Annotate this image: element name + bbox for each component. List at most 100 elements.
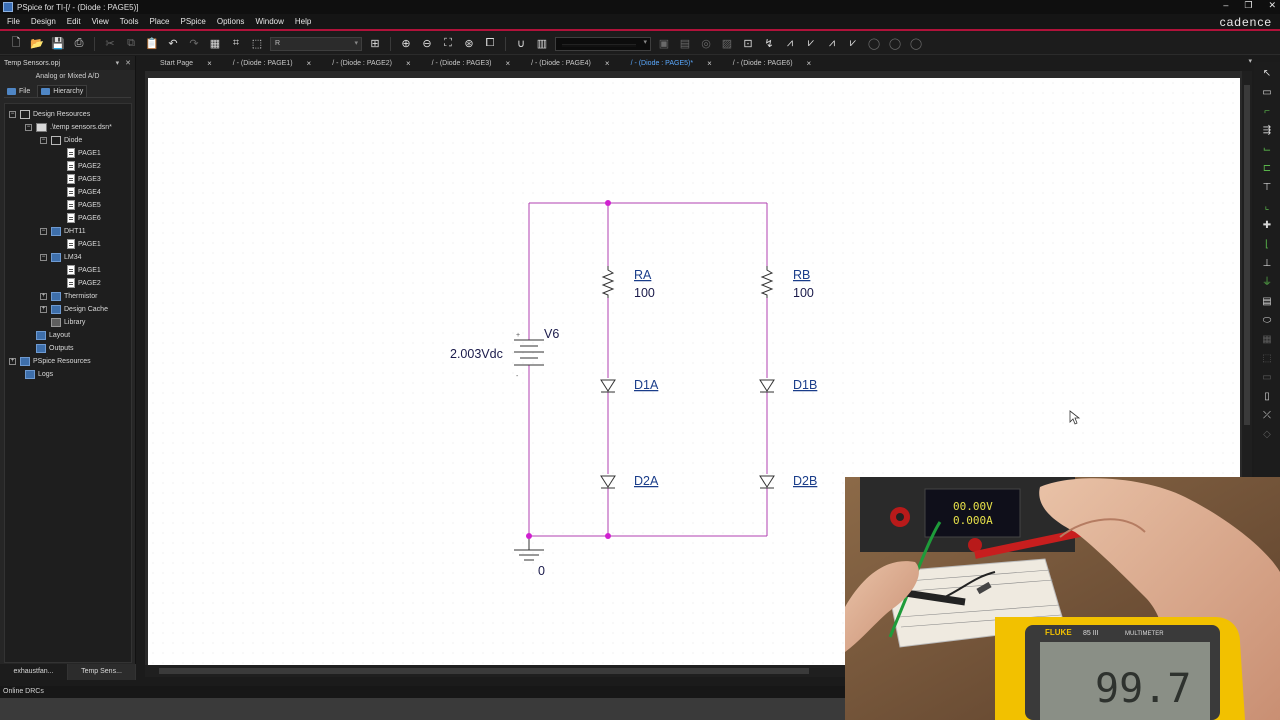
tree-node[interactable]: Layout [36, 329, 70, 341]
tab-close-icon[interactable]: × [505, 59, 510, 68]
junction-icon[interactable]: ✚ [1260, 218, 1274, 233]
menu-pspice[interactable]: PSpice [181, 17, 206, 26]
vertical-scroll-thumb[interactable] [1244, 85, 1250, 425]
netlist-icon[interactable]: ▣ [656, 36, 672, 52]
auto-wire-icon[interactable]: ⌙ [1260, 142, 1274, 157]
no-connect-icon[interactable]: ▭ [1260, 370, 1274, 385]
redo-icon[interactable]: ↷ [186, 36, 202, 52]
place-net-group-icon[interactable]: ⇶ [1260, 123, 1274, 138]
expand-icon[interactable]: + [40, 292, 47, 300]
diode-d2b-label[interactable]: D2B [793, 474, 817, 488]
hierarchical-block-icon[interactable]: ⬭ [1260, 313, 1274, 328]
tab-close-icon[interactable]: × [307, 59, 312, 68]
auto-connect-icon[interactable]: ⊏ [1260, 161, 1274, 176]
differential-marker-icon[interactable]: ⩗ [845, 36, 861, 52]
tree-node[interactable]: + PSpice Resources [9, 355, 91, 367]
copy-icon[interactable]: ⧉ [123, 36, 139, 52]
open-folder-icon[interactable]: 📂 [29, 36, 45, 52]
polygon-icon[interactable]: ◇ [1260, 427, 1274, 442]
tab-close-icon[interactable]: × [207, 59, 212, 68]
collapse-icon[interactable]: − [25, 123, 32, 131]
tab-hierarchy[interactable]: Hierarchy [37, 85, 88, 97]
document-tab[interactable]: / - (Diode : PAGE5)* × [616, 56, 718, 70]
panel-dropdown-icon[interactable]: ▾ [116, 59, 120, 67]
menu-edit[interactable]: Edit [67, 17, 81, 26]
tree-node[interactable]: − DHT11 [40, 225, 86, 237]
clipboard-icon[interactable]: ▥ [534, 36, 550, 52]
tree-node[interactable]: + Thermistor [40, 290, 97, 302]
magnet-icon[interactable]: ∪ [513, 36, 529, 52]
run-simulation-icon[interactable]: ↯ [761, 36, 777, 52]
text-icon[interactable]: ▯ [1260, 389, 1274, 404]
tree-node[interactable]: − Diode [40, 134, 82, 146]
drc-icon[interactable]: ◎ [698, 36, 714, 52]
collapse-icon[interactable]: − [9, 110, 16, 118]
expand-icon[interactable]: + [40, 305, 47, 313]
document-tab[interactable]: / - (Diode : PAGE3) × [417, 56, 516, 70]
tree-node[interactable]: PAGE4 [67, 186, 101, 198]
tree-node[interactable]: − .\temp sensors.dsn* [25, 121, 112, 133]
document-tab[interactable]: / - (Diode : PAGE1) × [218, 56, 317, 70]
place-bus-icon[interactable]: ⊤ [1260, 180, 1274, 195]
tree-node[interactable]: − LM34 [40, 251, 82, 263]
grid-icon[interactable]: ▦ [207, 36, 223, 52]
document-tab[interactable]: Start Page × [145, 56, 218, 70]
undo-icon[interactable]: ↶ [165, 36, 181, 52]
collapse-icon[interactable]: − [40, 136, 47, 144]
cut-icon[interactable]: ✂ [102, 36, 118, 52]
tab-exhaustfan-project[interactable]: exhaustfan... [0, 664, 68, 680]
save-icon[interactable]: 💾 [50, 36, 66, 52]
annotate-icon[interactable]: ▨ [719, 36, 735, 52]
ground-icon[interactable]: ⏚ [1260, 275, 1274, 290]
voltage-source-name[interactable]: V6 [544, 327, 559, 341]
tree-node[interactable]: − Design Resources [9, 108, 90, 120]
resistor-ra-symbol[interactable] [601, 266, 615, 298]
tab-list-dropdown-icon[interactable]: ▾ [1248, 57, 1252, 65]
collapse-icon[interactable]: − [40, 253, 47, 261]
tree-node[interactable]: PAGE3 [67, 173, 101, 185]
paste-icon[interactable]: 📋 [144, 36, 160, 52]
diode-d1a-symbol[interactable] [600, 379, 616, 393]
tab-temp-sensors-project[interactable]: Temp Sens... [68, 664, 136, 680]
off-page-connector-icon[interactable]: ▤ [1260, 294, 1274, 309]
tab-close-icon[interactable]: × [406, 59, 411, 68]
horizontal-scrollbar[interactable] [145, 665, 845, 677]
bus-entry-icon[interactable]: ⌞ [1260, 199, 1274, 214]
menu-view[interactable]: View [92, 17, 109, 26]
collapse-icon[interactable]: − [40, 227, 47, 235]
maximize-button[interactable]: ❐ [1244, 0, 1252, 11]
line-style-select[interactable] [555, 36, 651, 51]
tree-node[interactable]: PAGE1 [67, 264, 101, 276]
tab-close-icon[interactable]: × [605, 59, 610, 68]
voltage-source-value[interactable]: 2.003Vdc [450, 347, 503, 361]
ground-symbol[interactable] [514, 536, 544, 561]
zoom-all-icon[interactable]: ⧠ [482, 36, 498, 52]
diode-d1b-label[interactable]: D1B [793, 378, 817, 392]
menu-help[interactable]: Help [295, 17, 311, 26]
diode-d2a-label[interactable]: D2A [634, 474, 659, 488]
tree-node[interactable]: PAGE5 [67, 199, 101, 211]
area-select-icon[interactable]: ⬚ [249, 36, 265, 52]
expand-icon[interactable]: + [9, 357, 16, 365]
diode-d1a-label[interactable]: D1A [634, 378, 659, 392]
bias-voltage-icon[interactable]: ◯ [866, 36, 882, 52]
bias-power-icon[interactable]: ◯ [908, 36, 924, 52]
tree-node[interactable]: PAGE1 [67, 238, 101, 250]
tab-close-icon[interactable]: × [807, 59, 812, 68]
document-tab[interactable]: / - (Diode : PAGE6) × [718, 56, 817, 70]
power-marker-icon[interactable]: ⩘ [824, 36, 840, 52]
menu-design[interactable]: Design [31, 17, 56, 26]
menu-place[interactable]: Place [149, 17, 169, 26]
resistor-rb-value[interactable]: 100 [793, 286, 814, 300]
tab-close-icon[interactable]: × [707, 59, 712, 68]
voltage-source-v6-symbol[interactable] [514, 339, 544, 366]
document-tab[interactable]: / - (Diode : PAGE4) × [516, 56, 615, 70]
net-alias-icon[interactable]: ⌊ [1260, 237, 1274, 252]
ground-net-label[interactable]: 0 [538, 564, 545, 578]
menu-window[interactable]: Window [255, 17, 283, 26]
diode-d1b-symbol[interactable] [759, 379, 775, 393]
tree-node[interactable]: Library [51, 316, 85, 328]
tab-file[interactable]: File [4, 85, 33, 97]
part-search-input[interactable]: R [270, 36, 362, 51]
zoom-area-icon[interactable]: ⛶ [440, 36, 456, 52]
